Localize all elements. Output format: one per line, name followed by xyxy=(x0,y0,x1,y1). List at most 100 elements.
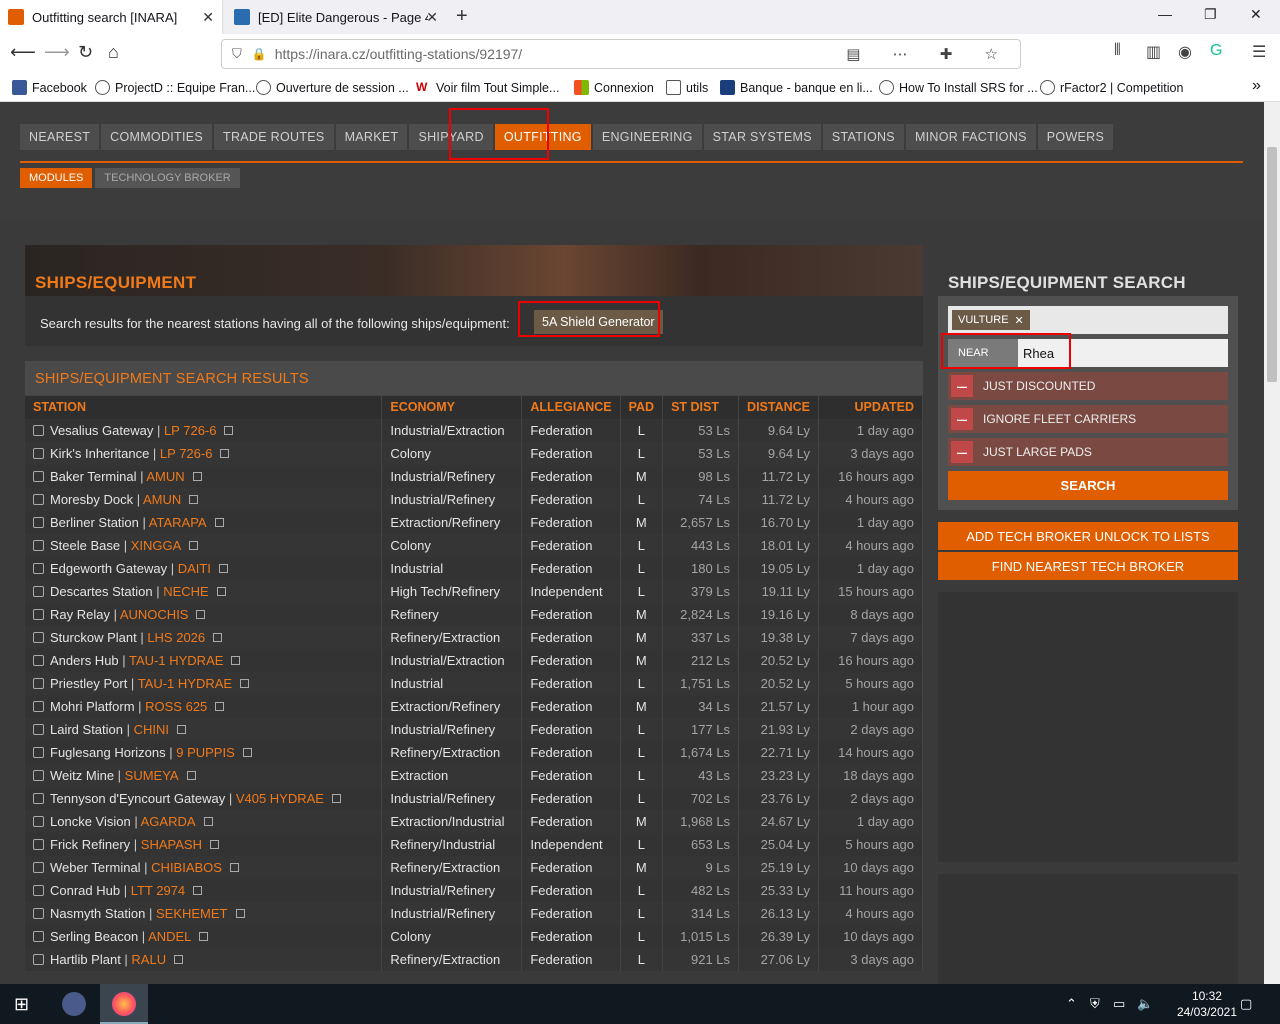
url-bar[interactable]: ⛉ 🔒 https://inara.cz/outfitting-stations… xyxy=(221,39,1021,69)
lock-icon[interactable]: 🔒 xyxy=(252,47,267,61)
system-name[interactable]: LHS 2026 xyxy=(147,630,205,645)
station-cell[interactable]: Weber Terminal | CHIBIABOS xyxy=(25,855,383,879)
network-icon[interactable]: ▭ xyxy=(1113,996,1125,1012)
copy-icon[interactable] xyxy=(209,839,219,849)
system-name[interactable]: ATARAPA xyxy=(149,515,207,530)
table-row[interactable]: Moresby Dock | AMUN Industrial/Refinery Fe… xyxy=(25,487,923,511)
table-row[interactable]: Descartes Station | NECHE High Tech/Refin… xyxy=(25,579,923,603)
system-name[interactable]: XINGGA xyxy=(131,538,182,553)
copy-icon[interactable] xyxy=(186,770,196,780)
station-name[interactable]: Baker Terminal xyxy=(50,469,136,484)
col-distance[interactable]: DISTANCE xyxy=(738,395,820,419)
table-row[interactable]: Conrad Hub | LTT 2974 Industrial/Refinery… xyxy=(25,878,923,902)
nav-minor-factions[interactable]: MINOR FACTIONS xyxy=(905,124,1036,151)
col-updated[interactable]: UPDATED xyxy=(818,395,923,419)
system-name[interactable]: TAU-1 HYDRAE xyxy=(129,653,223,668)
station-cell[interactable]: Weitz Mine | SUMEYA xyxy=(25,763,383,787)
copy-icon[interactable] xyxy=(231,655,241,665)
copy-icon[interactable] xyxy=(177,724,186,734)
copy-icon[interactable] xyxy=(240,678,250,688)
volume-icon[interactable]: 🔈 xyxy=(1137,996,1153,1012)
nav-trade-routes[interactable]: TRADE ROUTES xyxy=(214,124,334,151)
station-name[interactable]: Edgeworth Gateway xyxy=(50,561,167,576)
copy-icon[interactable] xyxy=(235,908,245,918)
sidebar-icon[interactable]: ▥ xyxy=(1146,42,1161,62)
copy-icon[interactable] xyxy=(193,885,203,895)
table-row[interactable]: Weber Terminal | CHIBIABOS Refinery/Extra… xyxy=(25,855,923,879)
copy-icon[interactable] xyxy=(215,701,225,711)
station-cell[interactable]: Frick Refinery | SHAPASH xyxy=(25,832,383,856)
copy-icon[interactable] xyxy=(174,954,184,964)
station-name[interactable]: Mohri Platform xyxy=(50,699,135,714)
station-name[interactable]: Priestley Port xyxy=(50,676,127,691)
find-tech-broker-button[interactable]: FIND NEAREST TECH BROKER xyxy=(938,552,1238,580)
back-icon[interactable]: ⟵ xyxy=(10,42,36,63)
station-cell[interactable]: Mohri Platform | ROSS 625 xyxy=(25,694,383,718)
system-name[interactable]: AMUN xyxy=(143,492,181,507)
station-name[interactable]: Frick Refinery xyxy=(50,837,130,852)
account-icon[interactable]: ◉ xyxy=(1178,42,1192,62)
nav-commodities[interactable]: COMMODITIES xyxy=(101,124,213,151)
copy-icon[interactable] xyxy=(218,563,228,573)
ship-input[interactable]: VULTURE ✕ xyxy=(948,306,1228,334)
system-name[interactable]: ROSS 625 xyxy=(145,699,207,714)
copy-icon[interactable] xyxy=(189,494,199,504)
station-cell[interactable]: Priestley Port | TAU-1 HYDRAE xyxy=(25,671,383,695)
bookmark-utils[interactable]: utils xyxy=(666,80,708,95)
nav-star-systems[interactable]: STAR SYSTEMS xyxy=(703,124,821,151)
table-row[interactable]: Fuglesang Horizons | 9 PUPPIS Refinery/Ex… xyxy=(25,740,923,764)
table-row[interactable]: Sturckow Plant | LHS 2026 Refinery/Extrac… xyxy=(25,625,923,649)
nav-stations[interactable]: STATIONS xyxy=(822,124,904,151)
bookmark-facebook[interactable]: Facebook xyxy=(12,80,87,95)
table-row[interactable]: Kirk's Inheritance | LP 726-6 Colony Feder… xyxy=(25,441,923,465)
station-name[interactable]: Weber Terminal xyxy=(50,860,141,875)
table-row[interactable]: Anders Hub | TAU-1 HYDRAE Industrial/Extr… xyxy=(25,648,923,672)
station-cell[interactable]: Hartlib Plant | RALU xyxy=(25,947,383,971)
table-row[interactable]: Vesalius Gateway | LP 726-6 Industrial/Ex… xyxy=(25,418,923,442)
system-name[interactable]: ANDEL xyxy=(148,929,191,944)
system-name[interactable]: NECHE xyxy=(163,584,209,599)
col-st-dist[interactable]: ST DIST xyxy=(662,395,740,419)
more-bookmarks-icon[interactable]: » xyxy=(1252,77,1261,95)
station-name[interactable]: Serling Beacon xyxy=(50,929,138,944)
table-row[interactable]: Berliner Station | ATARAPA Extraction/Ref… xyxy=(25,510,923,534)
bookmark-banque[interactable]: Banque - banque en li... xyxy=(720,80,873,95)
bookmark-projectd[interactable]: ProjectD :: Equipe Fran... xyxy=(95,80,255,95)
scrollbar-thumb[interactable] xyxy=(1267,147,1277,382)
station-cell[interactable]: Laird Station | CHINI xyxy=(25,717,383,741)
copy-icon[interactable] xyxy=(189,540,199,550)
table-row[interactable]: Ray Relay | AUNOCHIS Refinery Federation M 2… xyxy=(25,602,923,626)
station-name[interactable]: Hartlib Plant xyxy=(50,952,121,967)
station-cell[interactable]: Berliner Station | ATARAPA xyxy=(25,510,383,534)
library-icon[interactable]: ⫴ xyxy=(1114,42,1121,60)
bookmark-connexion[interactable]: Connexion xyxy=(574,80,654,95)
new-tab-icon[interactable]: + xyxy=(456,5,468,28)
option-ignore-fleet-carriers[interactable]: – IGNORE FLEET CARRIERS xyxy=(948,405,1228,433)
col-allegiance[interactable]: ALLEGIANCE xyxy=(521,395,621,419)
station-name[interactable]: Conrad Hub xyxy=(50,883,120,898)
tab-outfitting-search[interactable]: Outfitting search [INARA] ✕ xyxy=(0,0,222,34)
restore-icon[interactable]: ❐ xyxy=(1204,6,1217,23)
station-cell[interactable]: Descartes Station | NECHE xyxy=(25,579,383,603)
station-name[interactable]: Tennyson d'Eyncourt Gateway xyxy=(50,791,225,806)
subnav-modules[interactable]: MODULES xyxy=(20,168,93,188)
copy-icon[interactable] xyxy=(229,862,239,872)
col-pad[interactable]: PAD xyxy=(620,395,664,419)
station-name[interactable]: Kirk's Inheritance xyxy=(50,446,149,461)
station-cell[interactable]: Anders Hub | TAU-1 HYDRAE xyxy=(25,648,383,672)
system-name[interactable]: LP 726-6 xyxy=(160,446,213,461)
station-cell[interactable]: Edgeworth Gateway | DAITI xyxy=(25,556,383,580)
col-station[interactable]: STATION xyxy=(25,395,383,419)
copy-icon[interactable] xyxy=(216,586,226,596)
bookmark-ouverture[interactable]: Ouverture de session ... xyxy=(256,80,409,95)
station-name[interactable]: Sturckow Plant xyxy=(50,630,137,645)
station-name[interactable]: Ray Relay xyxy=(50,607,110,622)
station-cell[interactable]: Kirk's Inheritance | LP 726-6 xyxy=(25,441,383,465)
station-cell[interactable]: Steele Base | XINGGA xyxy=(25,533,383,557)
station-cell[interactable]: Baker Terminal | AMUN xyxy=(25,464,383,488)
system-name[interactable]: SHAPASH xyxy=(141,837,202,852)
station-name[interactable]: Laird Station xyxy=(50,722,123,737)
url-actions[interactable]: ▤ ⋯ ✚ ☆ xyxy=(846,45,1012,63)
station-cell[interactable]: Moresby Dock | AMUN xyxy=(25,487,383,511)
remove-tag-icon[interactable]: ✕ xyxy=(1015,314,1024,327)
